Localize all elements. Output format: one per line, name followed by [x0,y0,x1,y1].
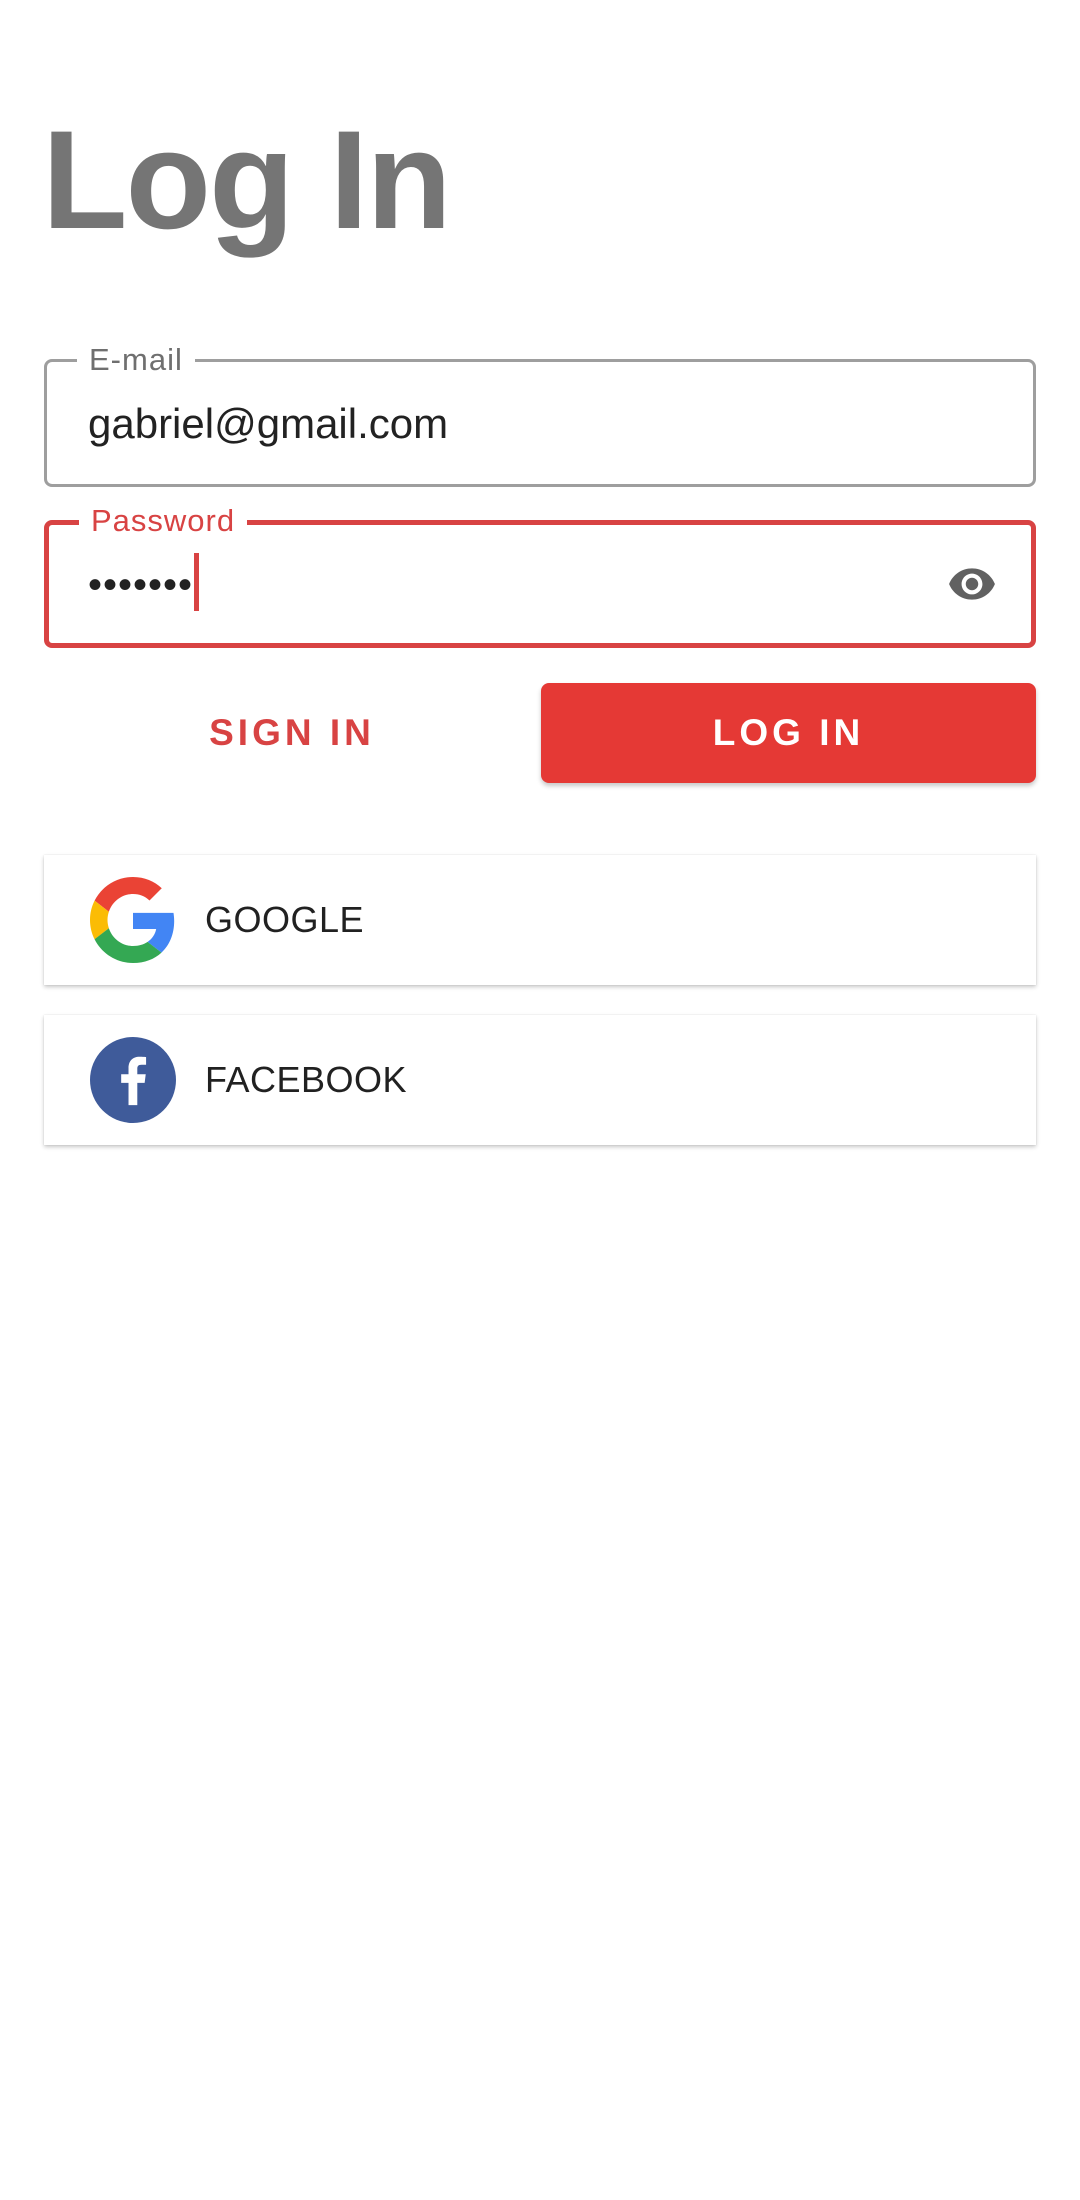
log-in-button[interactable]: LOG IN [541,683,1036,783]
google-label: GOOGLE [205,899,365,940]
password-field[interactable]: Password ••••••• [44,503,1036,648]
password-masked-text: ••••••• [88,563,194,607]
google-login-button[interactable]: GOOGLE [44,855,1036,985]
password-value[interactable]: ••••••• [88,553,200,612]
password-label: Password [79,503,248,539]
email-label: E-mail [77,342,195,378]
facebook-label: FACEBOOK [205,1059,408,1100]
facebook-login-button[interactable]: FACEBOOK [44,1015,1036,1145]
page-title: Log In [42,101,452,258]
login-screen: Log In E-mail gabriel@gmail.com Password… [0,0,1080,2200]
text-cursor [194,553,200,612]
facebook-logo-icon [90,1037,176,1123]
email-field[interactable]: E-mail gabriel@gmail.com [44,342,1036,487]
sign-in-button[interactable]: SIGN IN [44,683,540,783]
eye-icon[interactable] [941,559,1003,609]
email-value[interactable]: gabriel@gmail.com [88,400,448,448]
google-logo-icon [90,877,175,963]
